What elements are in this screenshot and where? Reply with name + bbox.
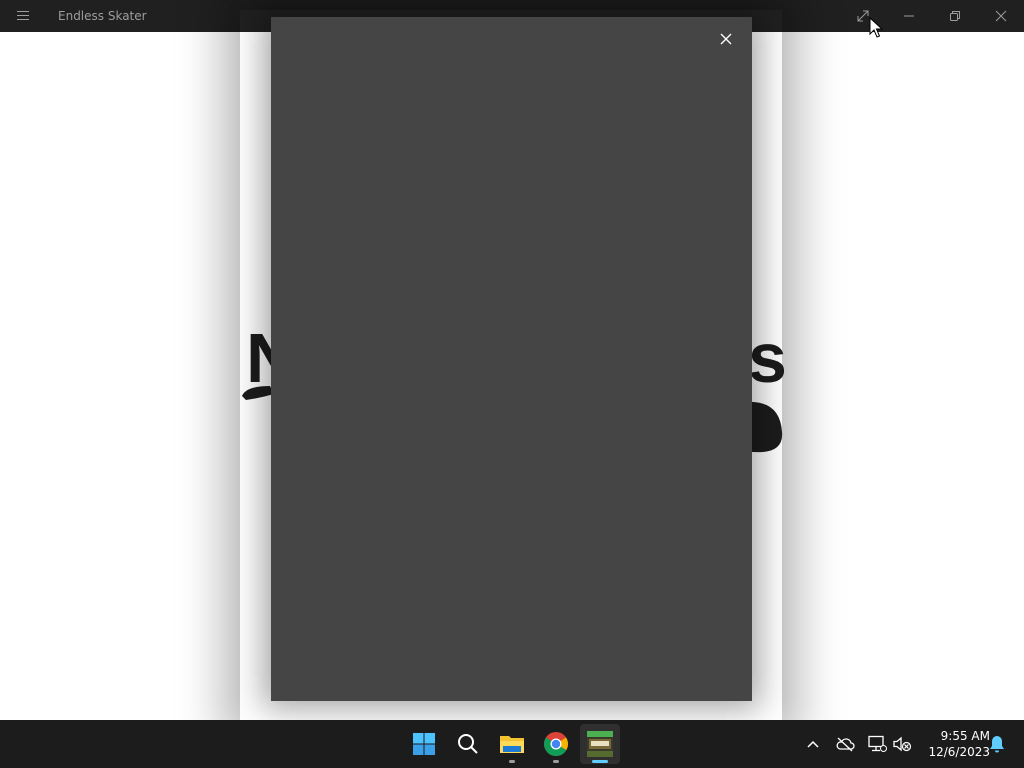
endless-skater-app-icon (587, 731, 613, 757)
minimize-icon (904, 15, 914, 17)
search-icon (458, 734, 478, 754)
taskbar: 9:55 AM 12/6/2023 (0, 720, 1024, 768)
background-heading-fragment-right: s (748, 319, 787, 397)
file-explorer-icon (500, 736, 524, 753)
window-title: Endless Skater (58, 9, 147, 23)
close-icon (720, 33, 732, 45)
onedrive-offline-icon (836, 737, 855, 752)
volume-tray-button[interactable] (890, 732, 914, 756)
chevron-up-icon (807, 740, 819, 748)
close-window-button[interactable] (978, 0, 1024, 32)
taskbar-file-explorer[interactable] (492, 724, 532, 764)
close-icon (995, 10, 1007, 22)
clock-time: 9:55 AM (940, 729, 990, 743)
taskbar-chrome[interactable] (536, 724, 576, 764)
taskbar-endless-skater[interactable] (580, 724, 620, 764)
volume-muted-icon (893, 736, 912, 752)
notifications-button[interactable] (985, 732, 1009, 756)
network-tray-button[interactable] (865, 732, 889, 756)
minimize-button[interactable] (886, 0, 932, 32)
taskbar-clock[interactable]: 9:55 AM 12/6/2023 (918, 728, 990, 760)
overlay-close-button[interactable] (710, 23, 742, 55)
windows-start-icon (413, 733, 435, 755)
start-button[interactable] (404, 724, 444, 764)
restore-icon (950, 11, 960, 21)
notification-bell-icon (990, 736, 1004, 753)
mouse-cursor-icon (869, 17, 883, 38)
chrome-icon (544, 732, 568, 757)
taskbar-search-button[interactable] (448, 724, 488, 764)
network-icon (868, 735, 887, 752)
onedrive-tray-button[interactable] (833, 732, 857, 756)
show-hidden-icons-button[interactable] (801, 732, 825, 756)
overlay-panel (271, 17, 752, 701)
hamburger-menu-icon[interactable] (10, 8, 36, 24)
clock-date: 12/6/2023 (928, 745, 990, 759)
restore-button[interactable] (932, 0, 978, 32)
fullscreen-icon (857, 10, 869, 22)
